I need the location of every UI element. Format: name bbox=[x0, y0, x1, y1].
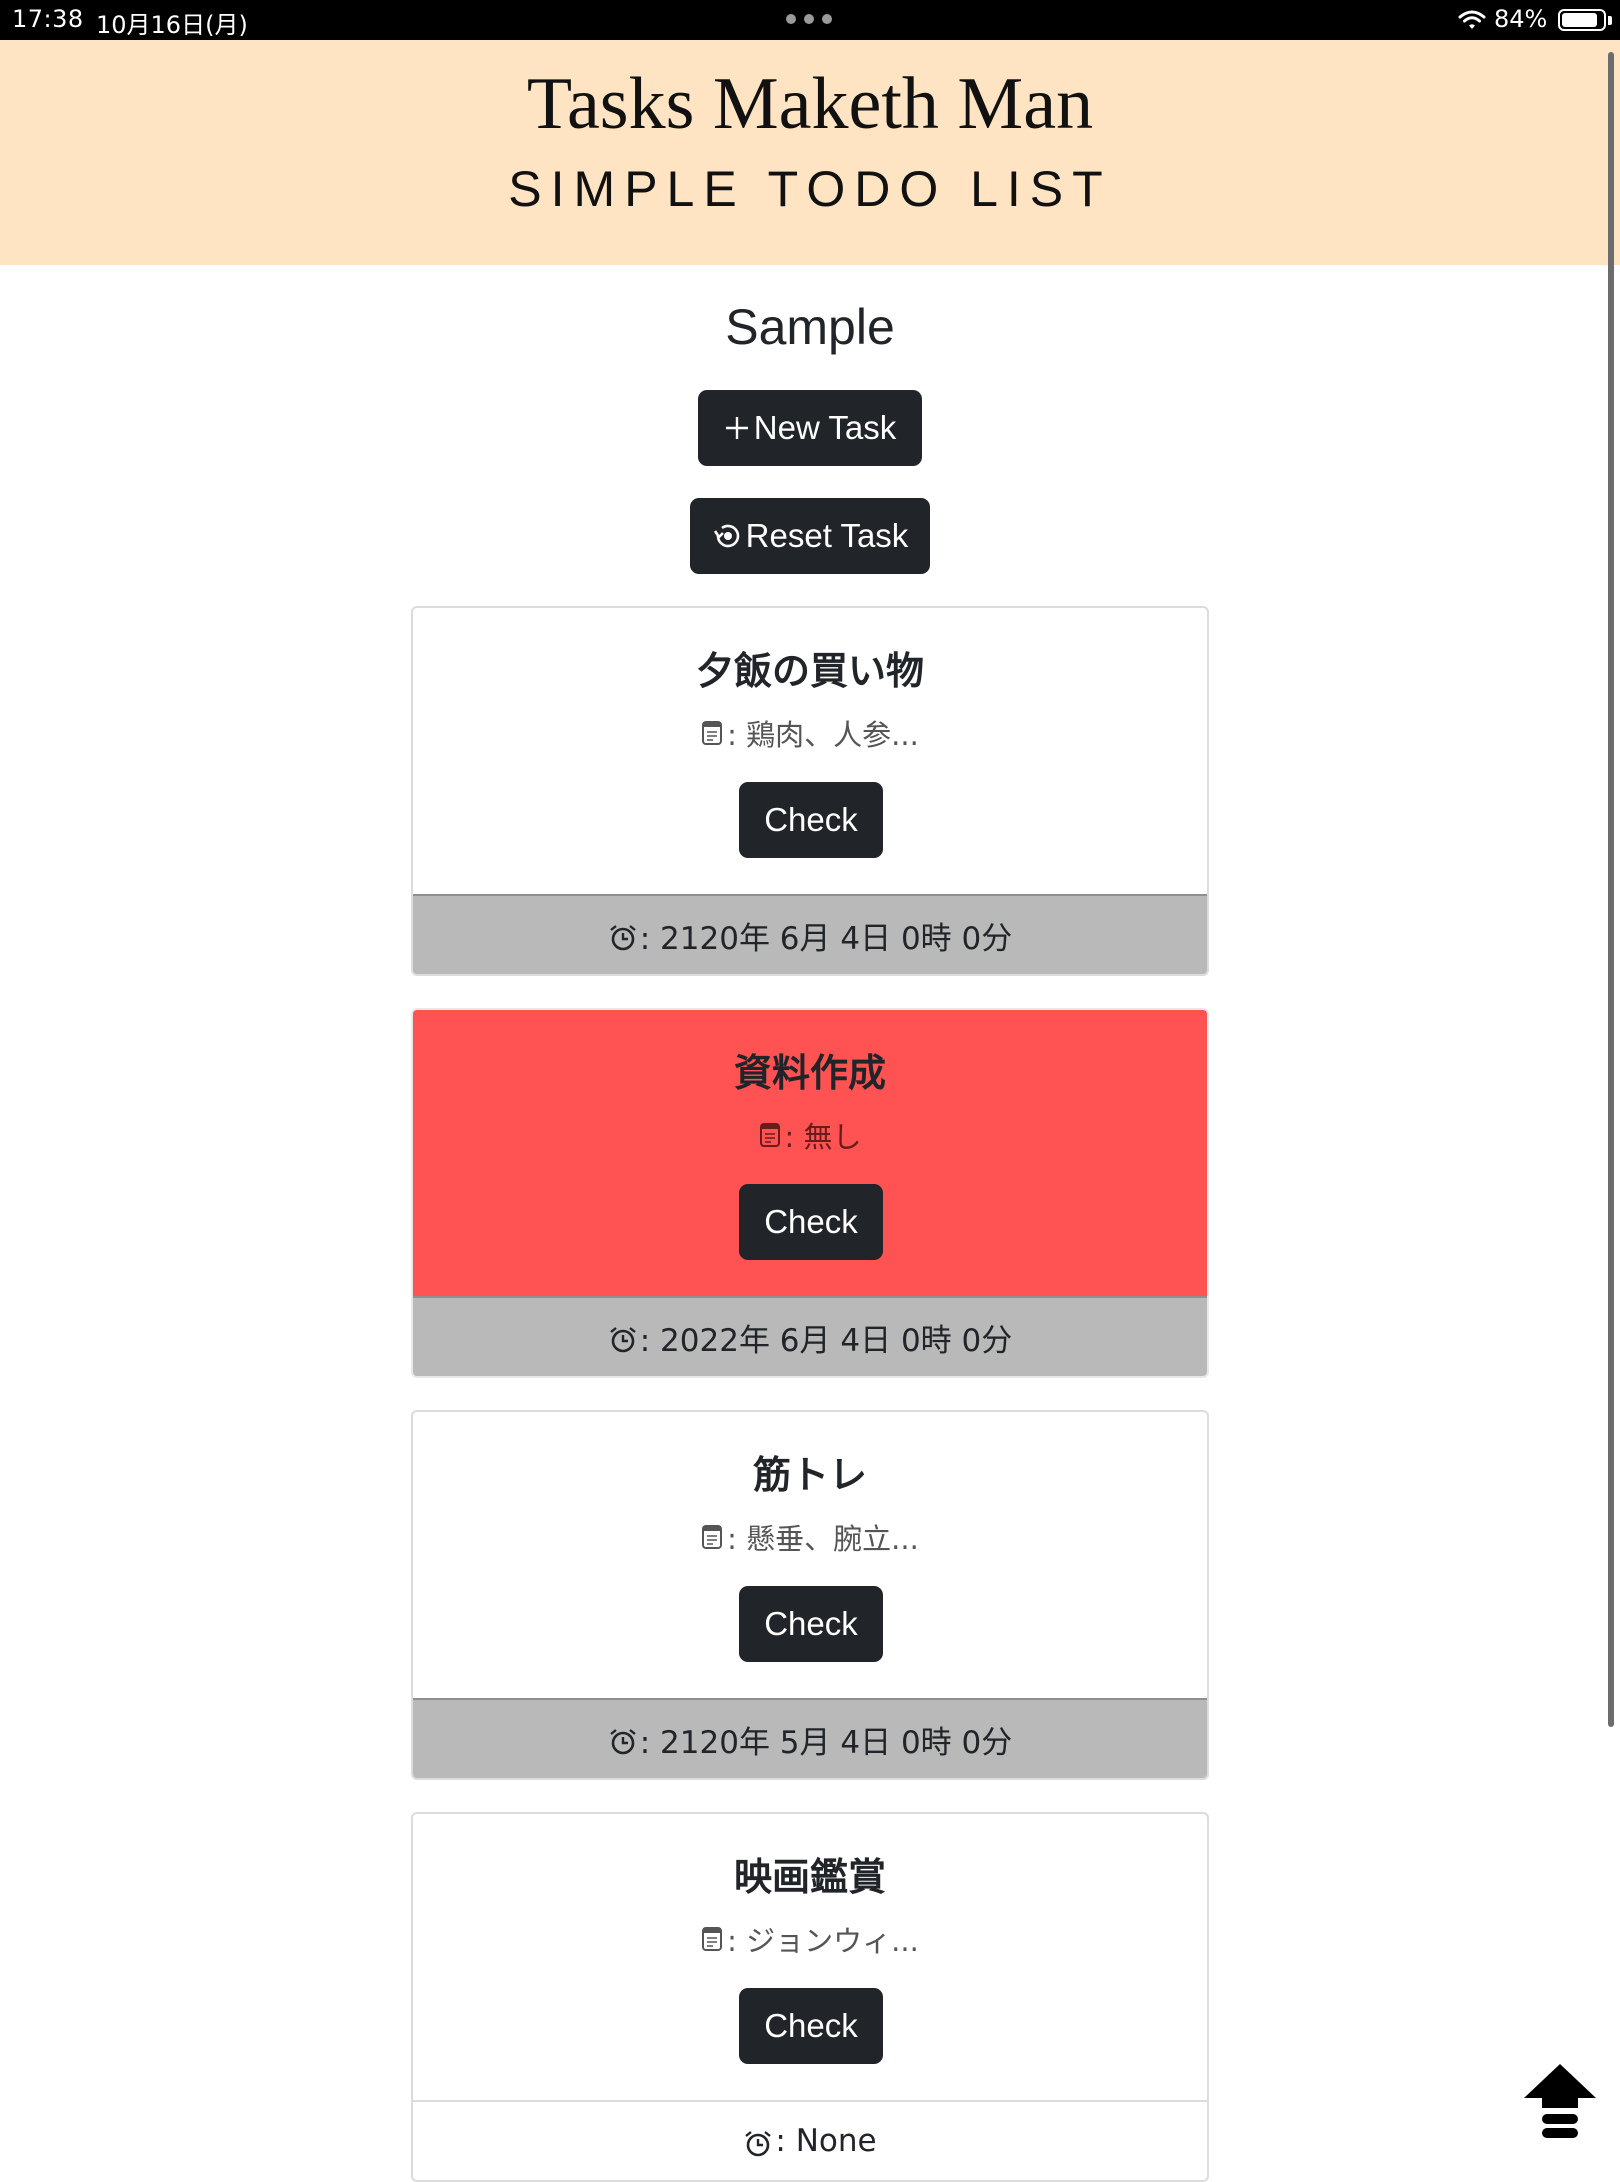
task-title: 筋トレ bbox=[752, 1453, 867, 1497]
task-card-body: 資料作成 : 無し Check bbox=[413, 1010, 1207, 1296]
multitasking-dots-icon[interactable] bbox=[786, 14, 832, 24]
task-memo: : 懸垂、腕立... bbox=[413, 1516, 1207, 1558]
task-deadline-text: : 2120年 5月 4日 0時 0分 bbox=[639, 1724, 1013, 1761]
status-time: 17:38 bbox=[12, 5, 84, 33]
site-subtitle: SIMPLE TODO LIST bbox=[508, 161, 1112, 217]
list-title: Sample bbox=[725, 299, 895, 355]
task-memo-text: : 無し bbox=[784, 1120, 862, 1154]
status-date: 10月16日(月) bbox=[96, 11, 248, 39]
alarm-clock-icon bbox=[745, 2131, 772, 2157]
task-deadline-text: : 2022年 6月 4日 0時 0分 bbox=[639, 1322, 1013, 1359]
reset-task-label: Reset Task bbox=[745, 517, 909, 554]
task-card-body: 映画鑑賞 : ジョンウィ... Check bbox=[413, 1814, 1207, 2100]
task-card: 映画鑑賞 : ジョンウィ... Check : None bbox=[411, 1812, 1209, 2182]
arrow-up-icon[interactable] bbox=[1520, 2060, 1600, 2140]
task-title: 資料作成 bbox=[733, 1051, 886, 1095]
new-task-label: New Task bbox=[753, 409, 897, 446]
site-header: Tasks Maketh Man SIMPLE TODO LIST bbox=[0, 40, 1620, 265]
alarm-clock-icon bbox=[610, 1729, 636, 1755]
task-deadline: : 2120年 5月 4日 0時 0分 bbox=[413, 1698, 1207, 1778]
task-deadline-text: : None bbox=[775, 2123, 877, 2159]
task-card-body: 筋トレ : 懸垂、腕立... Check bbox=[413, 1412, 1207, 1698]
wifi-icon bbox=[1458, 10, 1486, 29]
task-card-overdue: 資料作成 : 無し Check : 2022年 6月 4日 0時 0分 bbox=[411, 1008, 1209, 1378]
plus-icon bbox=[725, 417, 748, 439]
reset-task-button[interactable]: Reset Task bbox=[690, 498, 930, 574]
task-deadline: : 2120年 6月 4日 0時 0分 bbox=[413, 894, 1207, 974]
status-bar: 17:38 10月16日(月) 84% bbox=[0, 0, 1620, 40]
reset-icon bbox=[713, 524, 739, 548]
alarm-clock-icon bbox=[610, 925, 636, 951]
task-deadline: : None bbox=[413, 2100, 1207, 2180]
memo-icon bbox=[759, 1123, 780, 1147]
task-memo: : ジョンウィ... bbox=[413, 1918, 1207, 1960]
site-title: Tasks Maketh Man bbox=[526, 63, 1094, 145]
task-card: 夕飯の買い物 : 鶏肉、人参... Check : 2120年 6月 4日 0時… bbox=[411, 606, 1209, 976]
task-memo-text: : 懸垂、腕立... bbox=[727, 1522, 919, 1556]
memo-icon bbox=[702, 1525, 723, 1549]
task-card: 筋トレ : 懸垂、腕立... Check : 2120年 5月 4日 0時 0分 bbox=[411, 1410, 1209, 1780]
battery-percent: 84% bbox=[1494, 5, 1548, 33]
task-memo: : 無し bbox=[413, 1114, 1207, 1156]
task-title: 夕飯の買い物 bbox=[695, 649, 924, 693]
check-button[interactable]: Check bbox=[739, 782, 883, 858]
check-button[interactable]: Check bbox=[739, 1184, 883, 1260]
memo-icon bbox=[702, 1927, 723, 1951]
check-button[interactable]: Check bbox=[739, 1586, 883, 1662]
memo-icon bbox=[702, 721, 723, 745]
task-memo-text: : ジョンウィ... bbox=[727, 1924, 919, 1958]
task-memo-text: : 鶏肉、人参... bbox=[727, 718, 919, 752]
battery-icon bbox=[1558, 9, 1612, 31]
task-card-body: 夕飯の買い物 : 鶏肉、人参... Check bbox=[413, 608, 1207, 894]
new-task-button[interactable]: New Task bbox=[698, 390, 922, 466]
check-button[interactable]: Check bbox=[739, 1988, 883, 2064]
alarm-clock-icon bbox=[610, 1327, 636, 1353]
task-memo: : 鶏肉、人参... bbox=[413, 712, 1207, 754]
task-title: 映画鑑賞 bbox=[733, 1855, 886, 1899]
task-deadline: : 2022年 6月 4日 0時 0分 bbox=[413, 1296, 1207, 1376]
task-deadline-text: : 2120年 6月 4日 0時 0分 bbox=[639, 920, 1013, 957]
